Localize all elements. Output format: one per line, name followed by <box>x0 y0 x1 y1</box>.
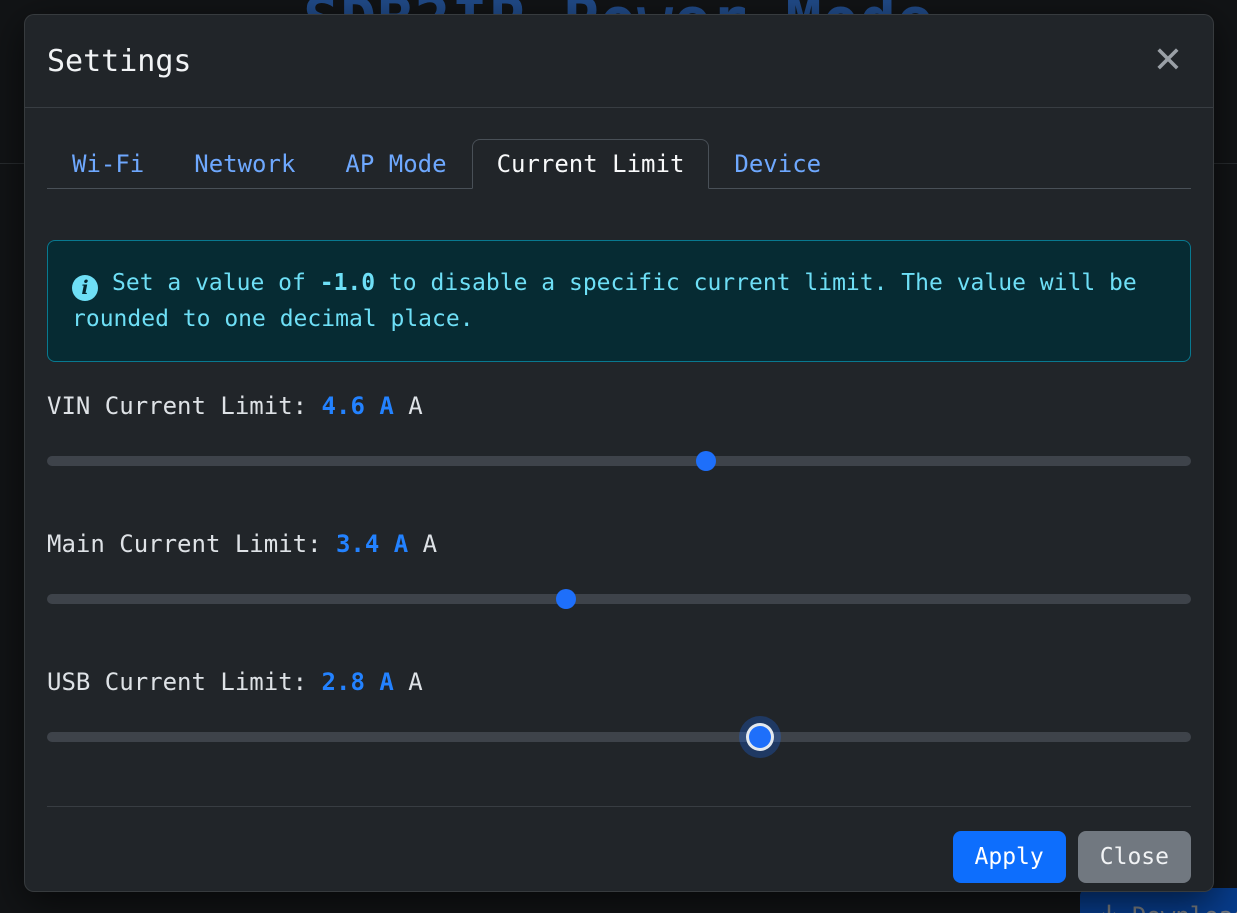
alert-text-before: Set a value of <box>112 270 320 296</box>
main-slider-thumb[interactable] <box>556 589 576 609</box>
vin-current-limit-label: VIN Current Limit: 4.6 A A <box>47 392 1191 420</box>
main-current-limit-label: Main Current Limit: 3.4 A A <box>47 530 1191 558</box>
vin-current-limit-slider[interactable] <box>47 456 1191 466</box>
close-button[interactable]: Close <box>1078 831 1191 883</box>
modal-footer: Apply Close <box>47 806 1191 883</box>
info-alert: iSet a value of -1.0 to disable a specif… <box>47 240 1191 362</box>
info-circle-icon: i <box>72 275 98 301</box>
main-value: 3.4 A <box>336 530 408 558</box>
vin-value: 4.6 A <box>322 392 394 420</box>
usb-value: 2.8 A <box>322 668 394 696</box>
apply-button[interactable]: Apply <box>953 831 1066 883</box>
tab-current-limit[interactable]: Current Limit <box>472 139 710 189</box>
settings-modal: Settings ✕ Wi-Fi Network AP Mode Current… <box>24 14 1214 892</box>
main-current-limit-slider[interactable] <box>47 594 1191 604</box>
tab-wifi[interactable]: Wi-Fi <box>47 139 169 189</box>
main-label-text: Main Current Limit: <box>47 530 336 558</box>
main-unit: A <box>408 530 437 558</box>
alert-bold-value: -1.0 <box>320 270 375 296</box>
close-icon[interactable]: ✕ <box>1145 39 1191 83</box>
usb-current-limit-slider[interactable] <box>47 732 1191 742</box>
vin-slider-thumb[interactable] <box>696 451 716 471</box>
vin-unit: A <box>394 392 423 420</box>
usb-current-limit-row: USB Current Limit: 2.8 A A <box>47 668 1191 742</box>
modal-title: Settings <box>47 44 192 79</box>
usb-label-text: USB Current Limit: <box>47 668 322 696</box>
vin-current-limit-row: VIN Current Limit: 4.6 A A <box>47 392 1191 466</box>
usb-current-limit-label: USB Current Limit: 2.8 A A <box>47 668 1191 696</box>
modal-header: Settings ✕ <box>25 15 1213 108</box>
tab-ap-mode[interactable]: AP Mode <box>320 139 471 189</box>
tab-bar: Wi-Fi Network AP Mode Current Limit Devi… <box>47 139 1191 189</box>
usb-unit: A <box>394 668 423 696</box>
modal-body: Wi-Fi Network AP Mode Current Limit Devi… <box>25 139 1213 742</box>
vin-label-text: VIN Current Limit: <box>47 392 322 420</box>
usb-slider-thumb[interactable] <box>749 726 771 748</box>
tab-device[interactable]: Device <box>709 139 846 189</box>
main-current-limit-row: Main Current Limit: 3.4 A A <box>47 530 1191 604</box>
tab-network[interactable]: Network <box>169 139 320 189</box>
